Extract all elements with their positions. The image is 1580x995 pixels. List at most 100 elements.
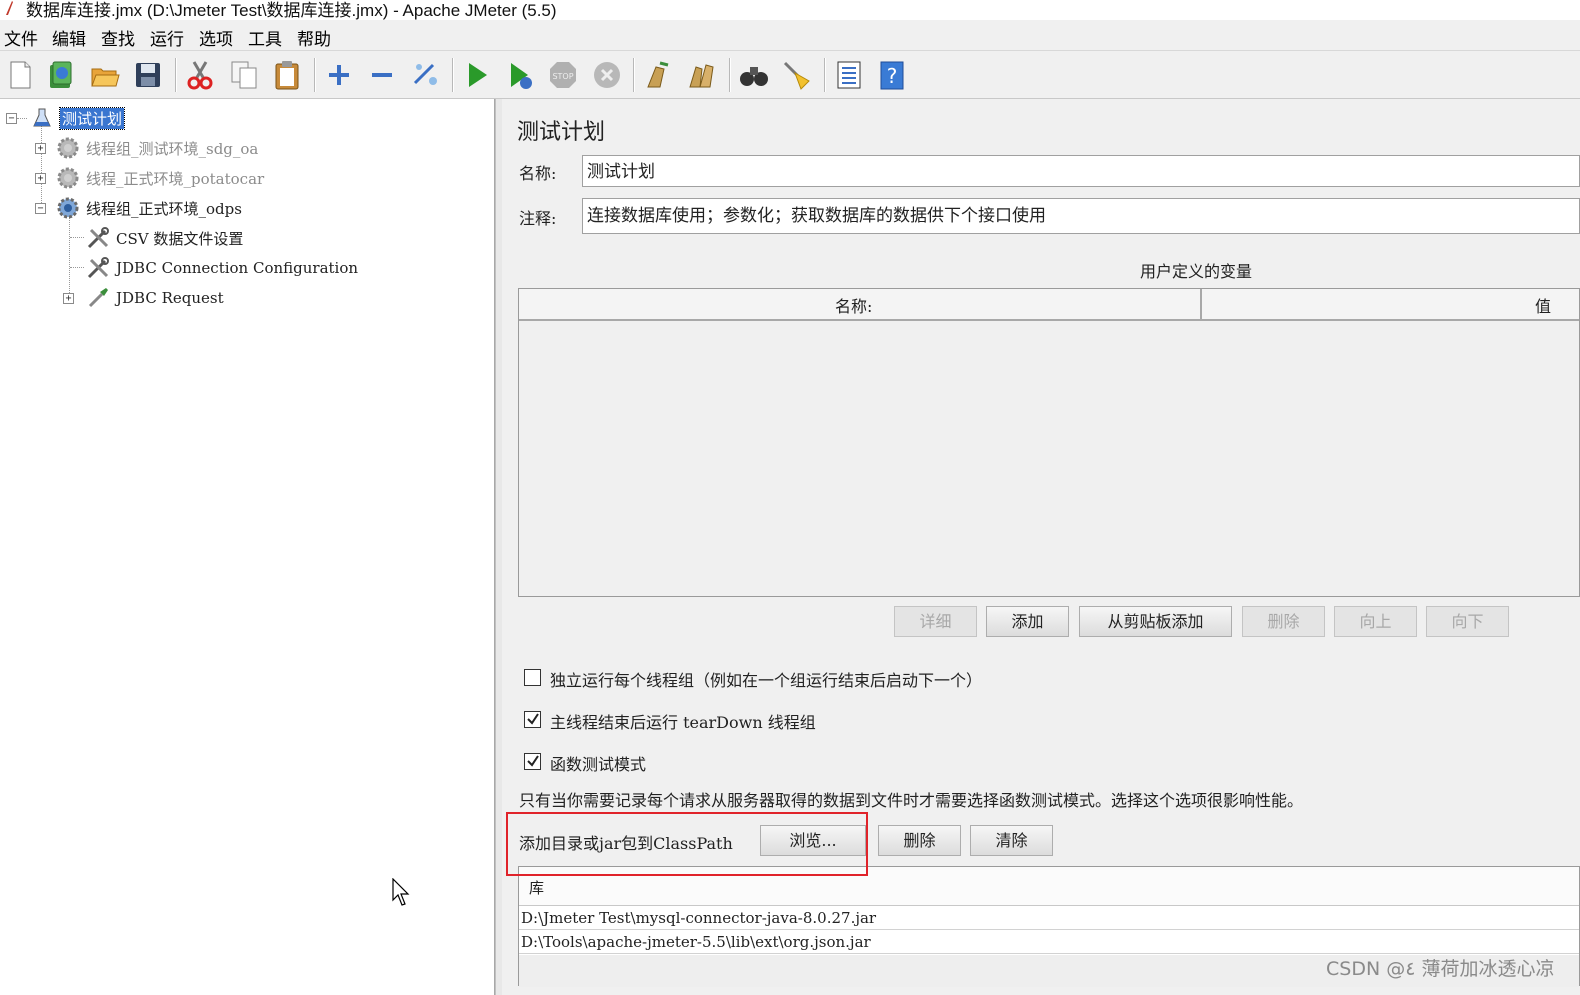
- svg-text:STOP: STOP: [552, 72, 573, 81]
- watermark: CSDN @٤ 薄荷加冰透心凉: [1326, 958, 1555, 980]
- gear-icon: [56, 196, 80, 220]
- cut-icon[interactable]: [183, 58, 217, 92]
- clear-icon[interactable]: [641, 58, 675, 92]
- tree-guide-line: [17, 118, 27, 119]
- menu-search[interactable]: 查找: [101, 25, 135, 50]
- collapse-toggle[interactable]: −: [35, 203, 46, 214]
- save-icon[interactable]: [131, 58, 165, 92]
- toolbar: STOP ?: [0, 52, 1580, 99]
- column-header-value[interactable]: 值: [1535, 293, 1551, 317]
- expand-toggle[interactable]: +: [35, 143, 46, 154]
- open-icon[interactable]: [88, 58, 122, 92]
- tree-node-thread-group[interactable]: 线程组_正式环境_odps: [56, 195, 242, 221]
- wrench-screwdriver-icon: [86, 226, 110, 250]
- toolbar-separator: [824, 58, 826, 92]
- add-button[interactable]: 添加: [986, 606, 1069, 637]
- copy-icon[interactable]: [227, 58, 261, 92]
- column-header-library[interactable]: 库: [529, 877, 544, 898]
- tree-node-label: 线程_正式环境_potatocar: [86, 169, 265, 188]
- expand-toggle[interactable]: +: [35, 173, 46, 184]
- templates-icon[interactable]: [44, 58, 78, 92]
- stop-icon[interactable]: STOP: [546, 58, 580, 92]
- clear-all-icon[interactable]: [685, 58, 719, 92]
- checkmark-icon: [527, 755, 539, 767]
- tree-guide-line: [70, 237, 84, 238]
- wrench-screwdriver-icon: [86, 256, 110, 280]
- functional-mode-checkbox[interactable]: [524, 753, 541, 770]
- tree-node-test-plan[interactable]: 测试计划: [30, 105, 126, 131]
- table-row[interactable]: D:\Jmeter Test\mysql-connector-java-8.0.…: [519, 906, 1579, 930]
- paste-icon[interactable]: [270, 58, 304, 92]
- collapse-icon[interactable]: [365, 58, 399, 92]
- toggle-icon[interactable]: [408, 58, 442, 92]
- menu-options[interactable]: 选项: [199, 25, 233, 50]
- search-icon[interactable]: [737, 58, 771, 92]
- teardown-on-shutdown-label: 主线程结束后运行 tearDown 线程组: [550, 713, 816, 732]
- toolbar-separator: [633, 58, 635, 92]
- delete-variable-button[interactable]: 删除: [1242, 606, 1325, 637]
- jmeter-feather-icon: [6, 1, 13, 15]
- new-icon[interactable]: [3, 58, 37, 92]
- menu-bar: 文件 编辑 查找 运行 选项 工具 帮助: [0, 22, 1580, 51]
- function-helper-icon[interactable]: [832, 58, 866, 92]
- reset-search-icon[interactable]: [780, 58, 814, 92]
- title-bar: 数据库连接.jmx (D:\Jmeter Test\数据库连接.jmx) - A…: [0, 0, 1580, 20]
- toolbar-separator: [452, 58, 454, 92]
- comment-label: 注释:: [519, 209, 557, 228]
- mouse-cursor-icon: [392, 878, 410, 906]
- expand-toggle[interactable]: +: [63, 293, 74, 304]
- panel-title: 测试计划: [517, 120, 606, 145]
- tree-node-label: 测试计划: [58, 106, 126, 130]
- toolbar-separator: [729, 58, 731, 92]
- tree-node-label: CSV 数据文件设置: [116, 229, 244, 248]
- column-header-name[interactable]: 名称:: [835, 293, 872, 317]
- tree-node-thread-group[interactable]: 线程组_测试环境_sdg_oa: [56, 135, 258, 161]
- serialize-threadgroups-checkbox[interactable]: [524, 669, 541, 686]
- tree-node-jdbc-request[interactable]: JDBC Request: [86, 285, 224, 311]
- menu-edit[interactable]: 编辑: [52, 25, 86, 50]
- user-variables-table[interactable]: 名称: 值: [518, 288, 1580, 597]
- delete-classpath-button[interactable]: 删除: [878, 825, 961, 856]
- name-label: 名称:: [519, 164, 557, 183]
- svg-text:?: ?: [887, 64, 898, 88]
- start-no-pause-icon[interactable]: [503, 58, 537, 92]
- serialize-threadgroups-label: 独立运行每个线程组（例如在一个组运行结束后启动下一个）: [550, 671, 983, 690]
- functional-mode-note: 只有当你需要记录每个请求从服务器取得的数据到文件时才需要选择函数测试模式。选择这…: [519, 791, 1304, 810]
- comment-field[interactable]: 连接数据库使用；参数化；获取数据库的数据供下个接口使用: [582, 198, 1580, 234]
- start-icon[interactable]: [460, 58, 494, 92]
- checkmark-icon: [527, 713, 539, 725]
- collapse-toggle[interactable]: −: [6, 113, 17, 124]
- tree-node-csv-config[interactable]: CSV 数据文件设置: [86, 225, 243, 251]
- menu-tools[interactable]: 工具: [248, 25, 282, 50]
- add-from-clipboard-button[interactable]: 从剪贴板添加: [1079, 606, 1232, 637]
- move-up-button[interactable]: 向上: [1334, 606, 1417, 637]
- column-divider[interactable]: [1200, 289, 1202, 319]
- name-field[interactable]: 测试计划: [582, 155, 1580, 187]
- menu-file[interactable]: 文件: [4, 25, 38, 50]
- tree-guide-line: [41, 125, 42, 209]
- gear-icon: [56, 136, 80, 160]
- teardown-on-shutdown-checkbox[interactable]: [524, 711, 541, 728]
- clear-classpath-button[interactable]: 清除: [970, 825, 1053, 856]
- tree-node-jdbc-connection[interactable]: JDBC Connection Configuration: [86, 255, 358, 281]
- window-title: 数据库连接.jmx (D:\Jmeter Test\数据库连接.jmx) - A…: [26, 1, 557, 20]
- table-row[interactable]: D:\Tools\apache-jmeter-5.5\lib\ext\org.j…: [519, 930, 1579, 954]
- detail-button[interactable]: 详细: [894, 606, 977, 637]
- gear-icon: [56, 166, 80, 190]
- tree-node-label: 线程组_正式环境_odps: [86, 199, 242, 218]
- expand-icon[interactable]: [322, 58, 356, 92]
- move-down-button[interactable]: 向下: [1426, 606, 1509, 637]
- annotation-highlight-box: [506, 812, 868, 876]
- menu-run[interactable]: 运行: [150, 25, 184, 50]
- help-icon[interactable]: ?: [875, 58, 909, 92]
- test-plan-tree[interactable]: − 测试计划 + 线程组_测试环境_sdg_oa + 线程_正式环境_potat…: [0, 99, 495, 995]
- tree-node-label: 线程组_测试环境_sdg_oa: [86, 139, 259, 158]
- tree-node-thread-group[interactable]: 线程_正式环境_potatocar: [56, 165, 264, 191]
- toolbar-separator: [314, 58, 316, 92]
- tree-node-label: JDBC Request: [116, 289, 224, 307]
- toolbar-separator: [175, 58, 177, 92]
- functional-mode-label: 函数测试模式: [550, 755, 647, 774]
- menu-help[interactable]: 帮助: [297, 25, 331, 50]
- pipette-icon: [86, 286, 110, 310]
- shutdown-icon[interactable]: [590, 58, 624, 92]
